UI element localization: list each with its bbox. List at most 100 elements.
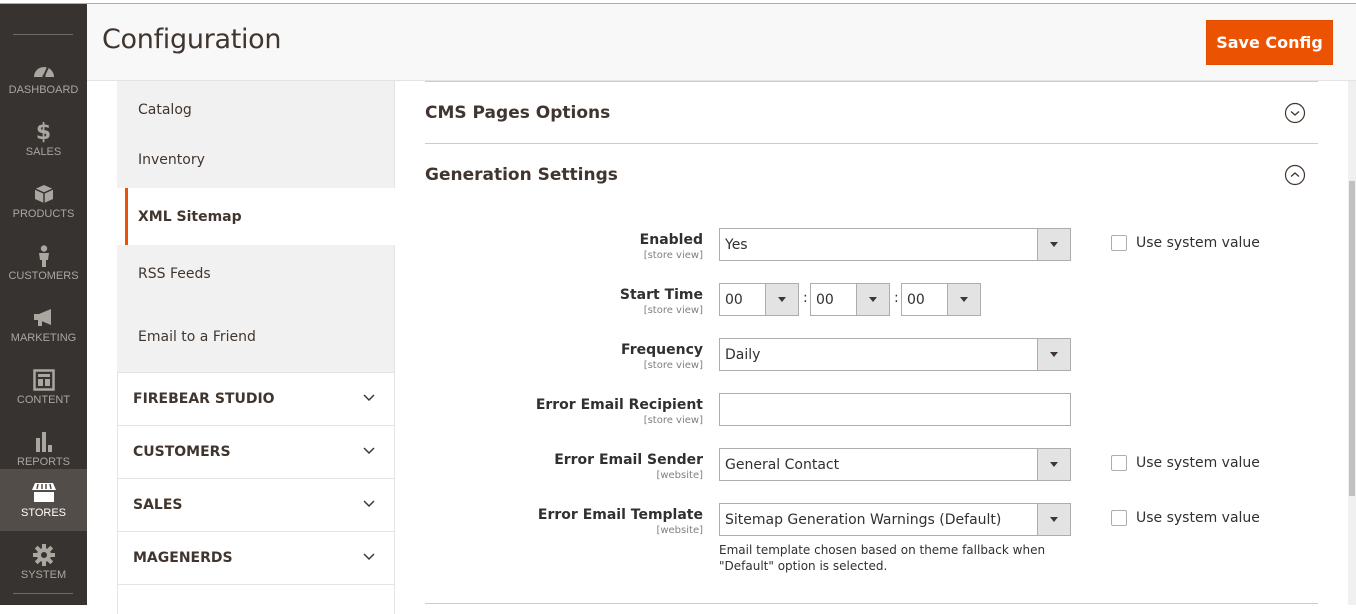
nav-item-system[interactable]: SYSTEM	[0, 531, 87, 593]
nav-item-marketing[interactable]: MARKETING	[0, 294, 87, 356]
field-row-error-email-template: Error Email Template [website] Sitemap G…	[425, 503, 1318, 583]
error-email-template-select[interactable]: Sitemap Generation Warnings (Default)	[719, 503, 1071, 536]
error-email-sender-select[interactable]: General Contact	[719, 448, 1071, 481]
select-value: General Contact	[725, 456, 840, 473]
tab-xml-sitemap[interactable]: XML Sitemap	[125, 188, 395, 245]
admin-menu: DASHBOARD $ SALES PRODUCTS CUSTOMERS MAR…	[0, 0, 87, 605]
dropdown-arrow-icon	[1037, 449, 1070, 480]
page-header: Configuration Save Config	[87, 4, 1356, 81]
select-value: Daily	[725, 346, 761, 363]
dropdown-arrow-icon	[1037, 504, 1070, 535]
scrollbar-thumb[interactable]	[1349, 181, 1355, 496]
config-tabs: Catalog Inventory XML Sitemap RSS Feeds …	[117, 81, 395, 614]
scope-text: [store view]	[643, 360, 703, 371]
section-divider	[425, 603, 1318, 604]
bar-chart-icon	[32, 430, 56, 454]
top-border	[0, 0, 1356, 4]
menu-separator	[13, 593, 73, 594]
page-title: Configuration	[102, 24, 282, 55]
tab-group-sales[interactable]: SALES	[117, 478, 395, 531]
expand-circle-icon	[1284, 102, 1306, 124]
tab-group-label: MAGENERDS	[133, 550, 233, 566]
error-email-recipient-input[interactable]	[719, 393, 1071, 426]
tab-group-next[interactable]	[117, 584, 395, 614]
chevron-down-icon	[363, 500, 375, 508]
checkbox[interactable]	[1111, 510, 1127, 526]
start-time-minute-select[interactable]: 00	[810, 283, 890, 316]
nav-item-sales[interactable]: $ SALES	[0, 108, 87, 170]
chevron-down-icon	[363, 447, 375, 455]
frequency-select[interactable]: Daily	[719, 338, 1071, 371]
section-title: Generation Settings	[425, 164, 618, 185]
nav-item-products[interactable]: PRODUCTS	[0, 170, 87, 232]
tab-catalog[interactable]: Catalog	[117, 81, 395, 138]
checkbox-label: Use system value	[1136, 235, 1260, 251]
field-row-error-email-recipient: Error Email Recipient [store view]	[425, 393, 1318, 439]
nav-item-dashboard[interactable]: DASHBOARD	[0, 46, 87, 108]
time-separator: :	[894, 290, 899, 306]
collapse-circle-icon	[1284, 164, 1306, 186]
label-text: Error Email Template	[537, 507, 703, 523]
tab-group-customers[interactable]: CUSTOMERS	[117, 425, 395, 478]
tab-group-label: SALES	[133, 497, 183, 513]
scope-text: [website]	[656, 470, 703, 481]
scope-text: [website]	[656, 525, 703, 536]
tab-group-magenerds[interactable]: MAGENERDS	[117, 531, 395, 584]
section-generation-settings[interactable]: Generation Settings	[425, 143, 1318, 205]
label-text: Frequency	[621, 342, 703, 358]
select-value: 00	[725, 291, 743, 308]
field-label: Error Email Template [website]	[538, 507, 703, 537]
layout-icon	[32, 368, 56, 392]
nav-item-customers[interactable]: CUSTOMERS	[0, 232, 87, 294]
dropdown-arrow-icon	[1037, 339, 1070, 370]
dropdown-arrow-icon	[1037, 229, 1070, 260]
label-text: Error Email Sender	[554, 452, 703, 468]
nav-item-stores[interactable]: STORES	[0, 469, 87, 531]
dropdown-arrow-icon	[856, 284, 889, 315]
scope-text: [store view]	[643, 250, 703, 261]
select-value: 00	[907, 291, 925, 308]
tab-email-to-a-friend[interactable]: Email to a Friend	[117, 302, 395, 372]
label-text: Enabled	[639, 232, 703, 248]
field-row-frequency: Frequency [store view] Daily	[425, 338, 1318, 384]
field-note: Email template chosen based on theme fal…	[719, 543, 1046, 573]
dashboard-gauge-icon	[32, 58, 56, 82]
enabled-select[interactable]: Yes	[719, 228, 1071, 261]
start-time-hour-select[interactable]: 00	[719, 283, 799, 316]
field-label: Enabled [store view]	[640, 232, 703, 262]
checkbox[interactable]	[1111, 235, 1127, 251]
menu-separator	[13, 34, 73, 35]
field-row-enabled: Enabled [store view] Yes Use system valu…	[425, 228, 1318, 274]
field-row-start-time: Start Time [store view] 00 : 00 : 00	[425, 283, 1318, 329]
enabled-use-system-value[interactable]: Use system value	[1111, 235, 1260, 251]
select-value: Sitemap Generation Warnings (Default)	[725, 511, 1002, 528]
nav-item-content[interactable]: CONTENT	[0, 356, 87, 418]
tab-rss-feeds[interactable]: RSS Feeds	[117, 245, 395, 302]
tab-group-firebear-studio[interactable]: FIREBEAR STUDIO	[117, 372, 395, 425]
field-row-error-email-sender: Error Email Sender [website] General Con…	[425, 448, 1318, 494]
error-email-sender-use-system-value[interactable]: Use system value	[1111, 455, 1260, 471]
megaphone-icon	[32, 306, 56, 330]
section-cms-pages-options[interactable]: CMS Pages Options	[425, 81, 1318, 143]
start-time-second-select[interactable]: 00	[901, 283, 981, 316]
field-label: Error Email Recipient [store view]	[536, 397, 703, 427]
storefront-icon	[31, 481, 56, 505]
dollar-icon: $	[35, 119, 52, 145]
dropdown-arrow-icon	[765, 284, 798, 315]
select-value: Yes	[725, 236, 748, 253]
scope-text: [store view]	[643, 305, 703, 316]
checkbox-label: Use system value	[1136, 455, 1260, 471]
scope-text: [store view]	[643, 415, 703, 426]
save-config-button[interactable]: Save Config	[1206, 20, 1333, 65]
box-icon	[32, 182, 56, 206]
tab-inventory[interactable]: Inventory	[117, 131, 395, 188]
checkbox-label: Use system value	[1136, 510, 1260, 526]
time-separator: :	[803, 290, 808, 306]
tab-group-label: FIREBEAR STUDIO	[133, 391, 275, 407]
dropdown-arrow-icon	[947, 284, 980, 315]
select-value: 00	[816, 291, 834, 308]
label-text: Error Email Recipient	[535, 397, 703, 413]
checkbox[interactable]	[1111, 455, 1127, 471]
section-title: CMS Pages Options	[425, 102, 611, 123]
error-email-template-use-system-value[interactable]: Use system value	[1111, 510, 1260, 526]
